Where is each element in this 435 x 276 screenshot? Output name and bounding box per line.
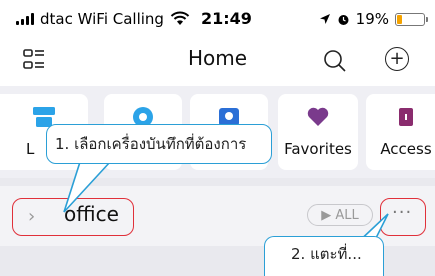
battery-fill bbox=[397, 14, 403, 24]
callout-step1-text: 1. เลือกเครื่องบันทึกที่ต้องการ bbox=[55, 135, 247, 153]
category-card-favorites[interactable]: Favorites bbox=[278, 94, 358, 170]
wifi-icon bbox=[170, 11, 190, 25]
category-label: Favorites bbox=[284, 140, 352, 158]
callout-tail bbox=[63, 161, 111, 213]
callout-step1: 1. เลือกเครื่องบันทึกที่ต้องการ bbox=[46, 124, 272, 164]
location-arrow-icon bbox=[319, 14, 330, 24]
search-icon[interactable] bbox=[322, 48, 348, 74]
heart-icon bbox=[307, 107, 329, 126]
access-icon bbox=[399, 108, 413, 126]
battery-percent: 19% bbox=[355, 10, 389, 28]
carrier-label: dtac WiFi Calling bbox=[40, 10, 164, 28]
clock: 21:49 bbox=[201, 9, 252, 28]
plus-circle-icon[interactable]: + bbox=[385, 47, 409, 71]
callout-step2-text: 2. แตะที่... bbox=[291, 245, 362, 263]
category-card-access[interactable]: Access bbox=[366, 94, 435, 170]
app-header: Home + bbox=[0, 38, 435, 86]
signal-icon bbox=[16, 13, 34, 25]
callout-step2: 2. แตะที่... bbox=[264, 236, 384, 276]
page-title: Home bbox=[187, 46, 248, 70]
battery-icon bbox=[395, 12, 428, 26]
status-bar: dtac WiFi Calling 21:49 19% bbox=[0, 0, 435, 38]
alarm-icon bbox=[338, 14, 349, 25]
status-indicators: 19% bbox=[319, 10, 428, 28]
carrier-info: dtac WiFi Calling bbox=[16, 10, 190, 28]
category-label: Access bbox=[380, 140, 432, 158]
